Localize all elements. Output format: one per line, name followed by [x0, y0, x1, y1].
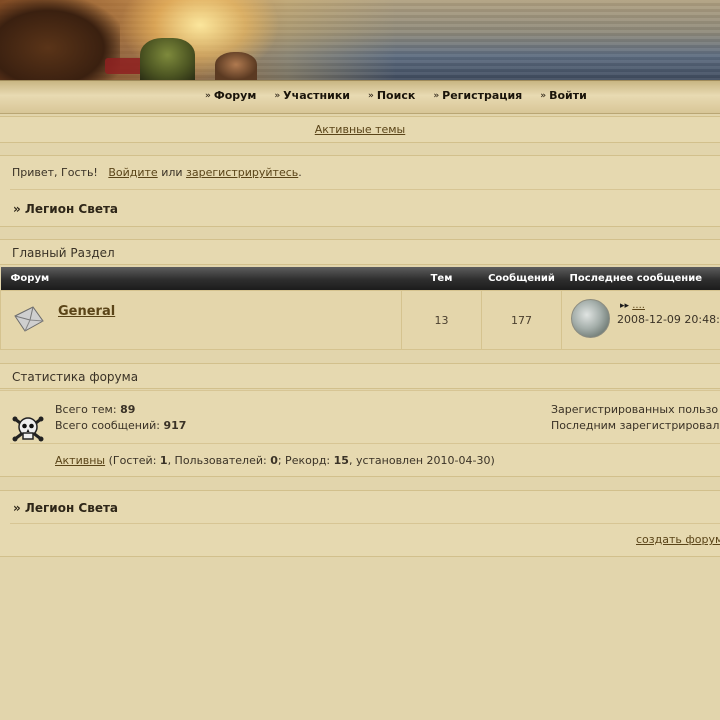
- greeting-period: .: [298, 166, 302, 179]
- forum-table-header: Форум Тем Сообщений Последнее сообщение: [0, 267, 720, 291]
- section-title: Главный Раздел: [0, 239, 720, 265]
- nav-label: Поиск: [376, 89, 416, 102]
- stats-last-registered: Последним зарегистрировал: [551, 419, 720, 432]
- last-post-date: 2008-12-09 20:48:: [617, 313, 720, 326]
- double-chevron-icon: »: [368, 90, 374, 101]
- nav-item-members[interactable]: » Участники: [274, 89, 350, 102]
- online-text: ; Рекорд:: [277, 454, 331, 467]
- forum-name-link[interactable]: General: [58, 304, 115, 319]
- column-header-last-post: Последнее сообщение: [561, 267, 720, 291]
- nav-item-login[interactable]: » Войти: [540, 89, 587, 102]
- greeting-panel: Привет, Гость! Войдите или зарегистрируй…: [0, 155, 720, 227]
- stats-label: Всего тем:: [55, 403, 117, 416]
- column-header-forum: Форум: [0, 267, 402, 291]
- forum-posts-count: 177: [481, 290, 562, 350]
- header-banner: [0, 0, 720, 80]
- stats-title: Статистика форума: [0, 363, 720, 389]
- forum-cell: [0, 290, 402, 350]
- double-chevron-icon: »: [540, 90, 547, 101]
- stats-value: 89: [120, 403, 136, 416]
- column-header-posts: Сообщений: [481, 267, 562, 291]
- banner-red-banner: [105, 58, 145, 74]
- stats-label: Всего сообщений:: [55, 419, 160, 432]
- banner-character-orc: [140, 38, 195, 80]
- stats-total-posts: Всего сообщений: 917: [55, 419, 186, 432]
- double-chevron-icon: »: [205, 90, 211, 101]
- stats-registered-users: Зарегистрированных пользо: [551, 403, 719, 416]
- forum-topics-count: 13: [401, 290, 482, 350]
- nav-label: Войти: [549, 89, 587, 102]
- greeting-or: или: [161, 166, 183, 179]
- record-count: 15: [333, 454, 349, 467]
- last-poster-avatar[interactable]: [571, 299, 610, 338]
- main-navigation: » Форум » Участники » Поиск » Регистрация » В…: [0, 80, 720, 114]
- nav-label: Регистрация: [442, 89, 523, 102]
- double-chevron-icon: »: [433, 90, 440, 101]
- online-users-link[interactable]: Активны: [55, 454, 105, 467]
- breadcrumb[interactable]: » Легион Света: [13, 202, 118, 216]
- create-forum-link[interactable]: создать форум: [636, 533, 720, 546]
- footer-breadcrumb[interactable]: » Легион Света: [13, 501, 118, 515]
- stats-total-topics: Всего тем: 89: [55, 403, 135, 416]
- nav-label: Форум: [213, 89, 257, 102]
- guests-count: 1: [159, 454, 168, 467]
- nav-item-search[interactable]: » Поиск: [368, 89, 415, 102]
- skull-icon: [12, 416, 44, 442]
- banner-character-human: [215, 52, 257, 80]
- divider: [10, 189, 720, 190]
- online-text: , Пользователей:: [167, 454, 267, 467]
- footer-panel: » Легион Света создать форум: [0, 490, 720, 557]
- nav-item-forum[interactable]: » Форум: [205, 89, 256, 102]
- nav-item-register[interactable]: » Регистрация: [433, 89, 522, 102]
- banner-character-tauren: [0, 0, 120, 80]
- column-header-topics: Тем: [401, 267, 482, 291]
- active-topics-bar: Активные темы: [0, 116, 720, 143]
- divider: [10, 443, 720, 444]
- online-text: , установлен 2010-04-30): [348, 454, 495, 467]
- stats-value: 917: [163, 419, 187, 432]
- greeting-text: Привет, Гость!: [12, 166, 98, 179]
- last-post-link-wrapper: ▸▸ ....: [620, 300, 645, 311]
- goto-post-icon[interactable]: ▸▸: [620, 301, 629, 311]
- forum-row: 13 177: [0, 290, 720, 350]
- envelope-icon: [14, 306, 44, 332]
- users-count: 0: [270, 454, 278, 467]
- stats-online: Активны (Гостей: 1, Пользователей: 0; Ре…: [55, 454, 495, 467]
- double-chevron-icon: »: [274, 90, 281, 101]
- online-text: (Гостей:: [108, 454, 157, 467]
- greeting-row: Привет, Гость! Войдите или зарегистрируй…: [12, 166, 302, 179]
- register-link[interactable]: зарегистрируйтесь: [186, 166, 298, 179]
- login-link[interactable]: Войдите: [108, 166, 157, 179]
- active-topics-link[interactable]: Активные темы: [315, 123, 406, 136]
- stats-panel: Всего тем: 89 Всего сообщений: 917 Зарег…: [0, 390, 720, 477]
- nav-label: Участники: [283, 89, 351, 102]
- divider: [10, 523, 720, 524]
- last-post-link[interactable]: ....: [632, 300, 645, 311]
